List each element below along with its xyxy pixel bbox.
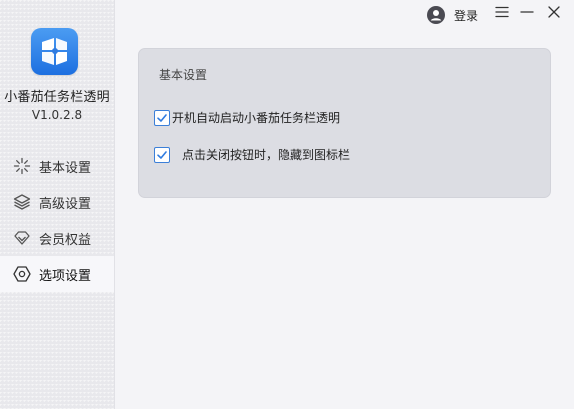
sidebar-item-advanced-settings[interactable]: 高级设置 — [0, 184, 114, 220]
app-window: 小番茄任务栏透明 V1.0.2.8 基本设置 高级设置 会员权益 选项设置 登录… — [0, 0, 574, 409]
login-button[interactable]: 登录 — [427, 5, 478, 25]
login-label: 登录 — [454, 8, 479, 23]
sidebar-item-label: 选项设置 — [39, 268, 92, 284]
settings-panel: 基本设置 开机自动启动小番茄任务栏透明 点击关闭按钮时，隐藏到图标栏 — [138, 48, 551, 198]
sidebar-item-option-settings[interactable]: 选项设置 — [0, 256, 114, 292]
hexagon-settings-icon — [12, 264, 32, 284]
hide-to-tray-option[interactable]: 点击关闭按钮时，隐藏到图标栏 — [154, 146, 350, 163]
autostart-option[interactable]: 开机自动启动小番茄任务栏透明 — [154, 109, 340, 126]
user-icon — [427, 6, 445, 24]
diamond-icon — [12, 228, 32, 248]
minimize-icon — [519, 4, 535, 24]
sidebar-item-label: 会员权益 — [39, 232, 92, 248]
check-icon — [157, 113, 167, 122]
autostart-checkbox[interactable] — [154, 109, 170, 126]
app-version: V1.0.2.8 — [31, 108, 83, 122]
close-button[interactable] — [545, 5, 563, 23]
sidebar-item-member-benefits[interactable]: 会员权益 — [0, 220, 114, 256]
minimize-button[interactable] — [518, 5, 536, 23]
check-icon — [157, 150, 167, 159]
sidebar: 小番茄任务栏透明 V1.0.2.8 基本设置 高级设置 会员权益 选项设置 — [0, 0, 115, 409]
panel-title: 基本设置 — [159, 68, 208, 82]
layers-icon — [12, 192, 32, 212]
sparkle-icon — [12, 156, 32, 176]
hide-to-tray-label: 点击关闭按钮时，隐藏到图标栏 — [182, 148, 351, 162]
menu-icon — [494, 4, 510, 24]
sidebar-item-label: 高级设置 — [39, 196, 92, 212]
hide-to-tray-checkbox[interactable] — [154, 146, 170, 163]
app-name: 小番茄任务栏透明 — [4, 90, 110, 105]
close-icon — [546, 4, 562, 24]
menu-button[interactable] — [493, 5, 511, 23]
app-logo-icon — [31, 28, 78, 75]
sidebar-item-label: 基本设置 — [39, 160, 92, 176]
autostart-label: 开机自动启动小番茄任务栏透明 — [172, 111, 341, 125]
sidebar-item-basic-settings[interactable]: 基本设置 — [0, 148, 114, 184]
